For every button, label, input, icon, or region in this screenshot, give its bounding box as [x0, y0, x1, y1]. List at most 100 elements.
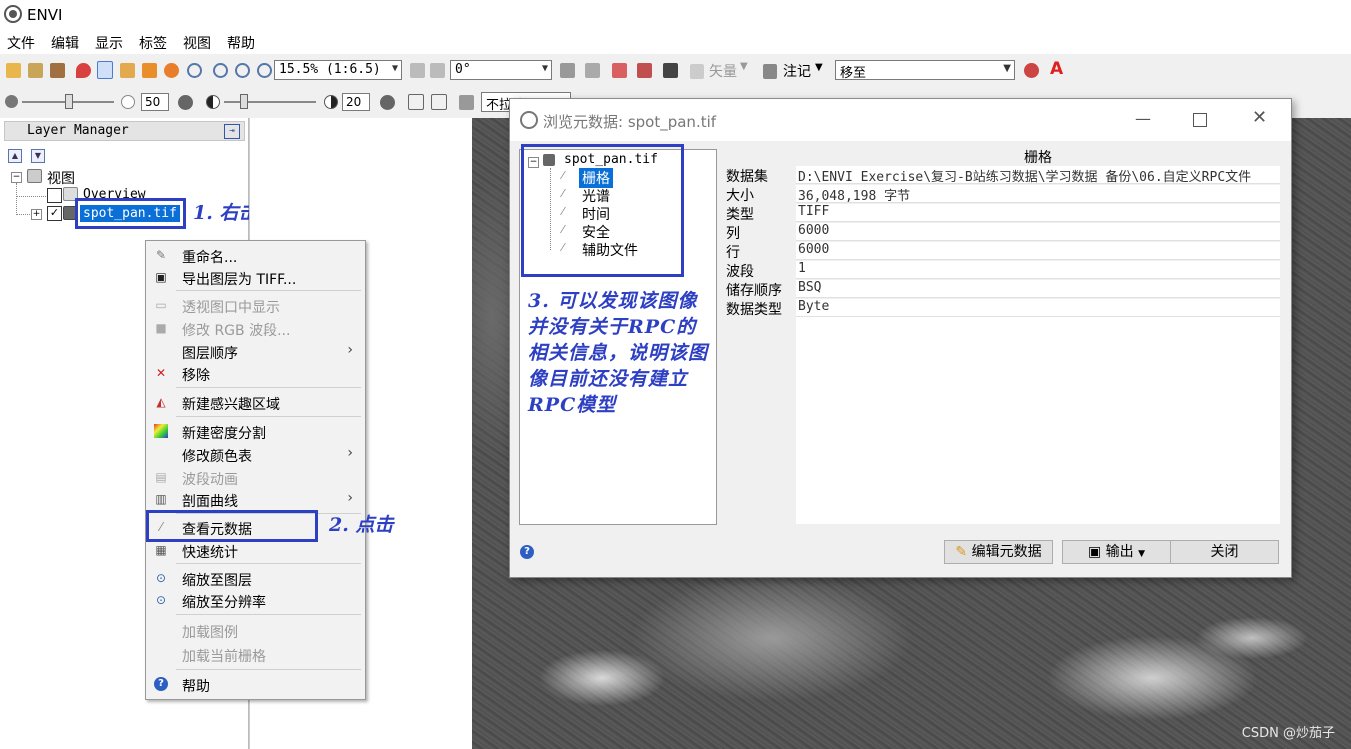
contrast-high-icon — [324, 95, 338, 109]
brightness-field[interactable]: 50 — [141, 93, 169, 111]
pin-icon[interactable] — [76, 63, 91, 78]
menu-edit[interactable]: 编辑 — [51, 33, 79, 53]
collapse-view-icon[interactable]: − — [11, 172, 22, 183]
collapse-all-icon[interactable]: ▲ — [8, 149, 22, 163]
rotate-icon[interactable] — [164, 63, 179, 78]
menu-item-density-slice[interactable]: 新建密度分割 — [146, 421, 363, 442]
expand-layer-icon[interactable]: + — [31, 209, 42, 220]
menu-item-layer-order[interactable]: 图层顺序 › — [146, 341, 363, 362]
pan-hand-icon[interactable] — [120, 63, 135, 78]
annotation-icon[interactable] — [763, 64, 777, 79]
chevron-down-icon: ▼ — [815, 62, 823, 73]
rotation-combo[interactable]: 0° ▼ — [450, 60, 552, 80]
goto-combo[interactable]: 移至 ▼ — [835, 60, 1015, 81]
output-button[interactable]: ▣ 输出 ▼ — [1062, 540, 1171, 564]
fly-icon[interactable] — [142, 63, 157, 78]
brightness-slider-thumb[interactable] — [65, 94, 73, 109]
metadata-dialog: 浏览元数据: spot_pan.tif — ✕ − spot_pan.tif ⁄… — [509, 98, 1292, 578]
grid-value-interleave[interactable]: BSQ — [796, 280, 1280, 298]
dialog-title: 浏览元数据: spot_pan.tif — [543, 113, 717, 131]
crosshair-icon[interactable] — [663, 63, 678, 78]
tree-root-view[interactable]: 视图 — [47, 168, 75, 188]
grid-value-size[interactable]: 36,048,198 字节 — [796, 185, 1280, 203]
menu-bar: 文件 编辑 显示 标签 视图 帮助 — [0, 30, 1351, 54]
refresh-icon[interactable] — [459, 95, 474, 110]
menu-separator — [176, 669, 361, 670]
grid-label-size: 大小 — [726, 188, 754, 204]
grid-value-dataset[interactable]: D:\ENVI_Exercise\复习-B站练习数据\学习数据_备份\06.自定… — [796, 166, 1280, 184]
chevron-down-icon: ▼ — [1138, 549, 1146, 559]
contrast-slider-thumb[interactable] — [240, 94, 248, 109]
grid-value-columns[interactable]: 6000 — [796, 223, 1280, 241]
menu-item-quick-stats[interactable]: ▦ 快速统计 — [146, 540, 363, 561]
menu-item-load-legend: 加载图例 — [182, 625, 238, 641]
minimize-icon[interactable]: — — [1135, 109, 1151, 128]
rotate-left-icon[interactable] — [410, 63, 425, 78]
menu-item-new-roi[interactable]: ◭ 新建感兴趣区域 — [146, 392, 363, 413]
crop-icon[interactable] — [50, 63, 65, 78]
menu-display[interactable]: 显示 — [95, 33, 123, 53]
expand-all-icon[interactable]: ▼ — [31, 149, 45, 163]
select-cursor-icon[interactable] — [97, 61, 113, 79]
menu-item-zoom-to-resolution[interactable]: ⊙ 缩放至分辨率 — [146, 590, 363, 611]
menu-item-color-table[interactable]: 修改颜色表 › — [146, 444, 363, 465]
full-extent-icon[interactable] — [431, 94, 447, 110]
link-icon[interactable] — [1024, 63, 1039, 78]
menu-label[interactable]: 标签 — [139, 33, 167, 53]
zoom-out-icon[interactable] — [235, 63, 250, 78]
contrast-slider[interactable] — [224, 101, 316, 103]
maximize-icon[interactable] — [1193, 113, 1207, 127]
reset-icon[interactable] — [178, 95, 193, 110]
cursor-value-icon[interactable] — [612, 63, 627, 78]
data-manager-icon[interactable] — [28, 63, 43, 78]
roi-icon: ◭ — [156, 395, 166, 409]
menu-item-zoom-to-layer[interactable]: ⊙ 缩放至图层 — [146, 568, 363, 589]
grid-header: 栅格 — [796, 147, 1280, 166]
menu-item-profile[interactable]: ▥ 剖面曲线 › — [146, 489, 363, 510]
help-icon[interactable]: ? — [520, 545, 534, 559]
menu-item-rename[interactable]: ✎ 重命名... — [146, 245, 363, 266]
menu-file[interactable]: 文件 — [7, 33, 35, 53]
zoom-icon[interactable] — [187, 63, 202, 78]
layer-manager-title: Layer Manager — [27, 123, 129, 138]
roi-icon[interactable] — [637, 63, 652, 78]
grid-value-rows[interactable]: 6000 — [796, 242, 1280, 260]
pin-panel-icon[interactable]: ⇥ — [224, 124, 240, 139]
rotate-right-icon[interactable] — [430, 63, 445, 78]
menu-separator — [176, 563, 361, 564]
zoom-combo[interactable]: 15.5% (1:6.5) ▼ — [274, 60, 402, 80]
close-icon[interactable]: ✕ — [1252, 107, 1267, 128]
overview-checkbox[interactable] — [47, 188, 62, 203]
contrast-field[interactable]: 20 — [342, 93, 370, 111]
annotation-text-icon[interactable]: A — [1050, 59, 1063, 79]
close-button[interactable]: 关闭 — [1170, 540, 1279, 564]
menu-item-remove[interactable]: ✕ 移除 — [146, 363, 363, 384]
grid-label-interleave: 储存顺序 — [726, 283, 782, 299]
zoom-full-icon[interactable] — [257, 63, 272, 78]
grid-value-bands[interactable]: 1 — [796, 261, 1280, 279]
menu-item-export-tiff[interactable]: ▣ 导出图层为 TIFF... — [146, 267, 363, 288]
open-icon[interactable] — [6, 63, 21, 78]
menu-item-help[interactable]: ? 帮助 — [146, 674, 363, 695]
reset-icon[interactable] — [380, 95, 395, 110]
help-icon: ? — [154, 677, 168, 691]
edit-metadata-button[interactable]: ✎ 编辑元数据 — [944, 540, 1053, 564]
save-icon: ▣ — [155, 270, 167, 284]
vector-menu[interactable]: 矢量 — [709, 61, 737, 81]
extent-icon[interactable] — [408, 94, 424, 110]
grid-value-data-type[interactable]: Byte — [796, 299, 1280, 317]
spot-pan-checkbox[interactable]: ✓ — [47, 206, 62, 221]
vector-icon[interactable] — [690, 64, 704, 79]
swipe-icon[interactable] — [585, 63, 600, 78]
annotation-step1: 1. 右击 — [193, 202, 258, 224]
zoom-in-icon[interactable] — [213, 63, 228, 78]
flicker-icon[interactable] — [560, 63, 575, 78]
menu-help[interactable]: 帮助 — [227, 33, 255, 53]
grid-value-type[interactable]: TIFF — [796, 204, 1280, 222]
zoom-resolution-icon: ⊙ — [155, 593, 167, 607]
submenu-arrow-icon: › — [347, 445, 353, 461]
menu-view[interactable]: 视图 — [183, 33, 211, 53]
app-title: ENVI — [27, 6, 63, 24]
save-icon: ▣ — [1087, 544, 1102, 560]
annotation-menu[interactable]: 注记 — [783, 61, 811, 81]
